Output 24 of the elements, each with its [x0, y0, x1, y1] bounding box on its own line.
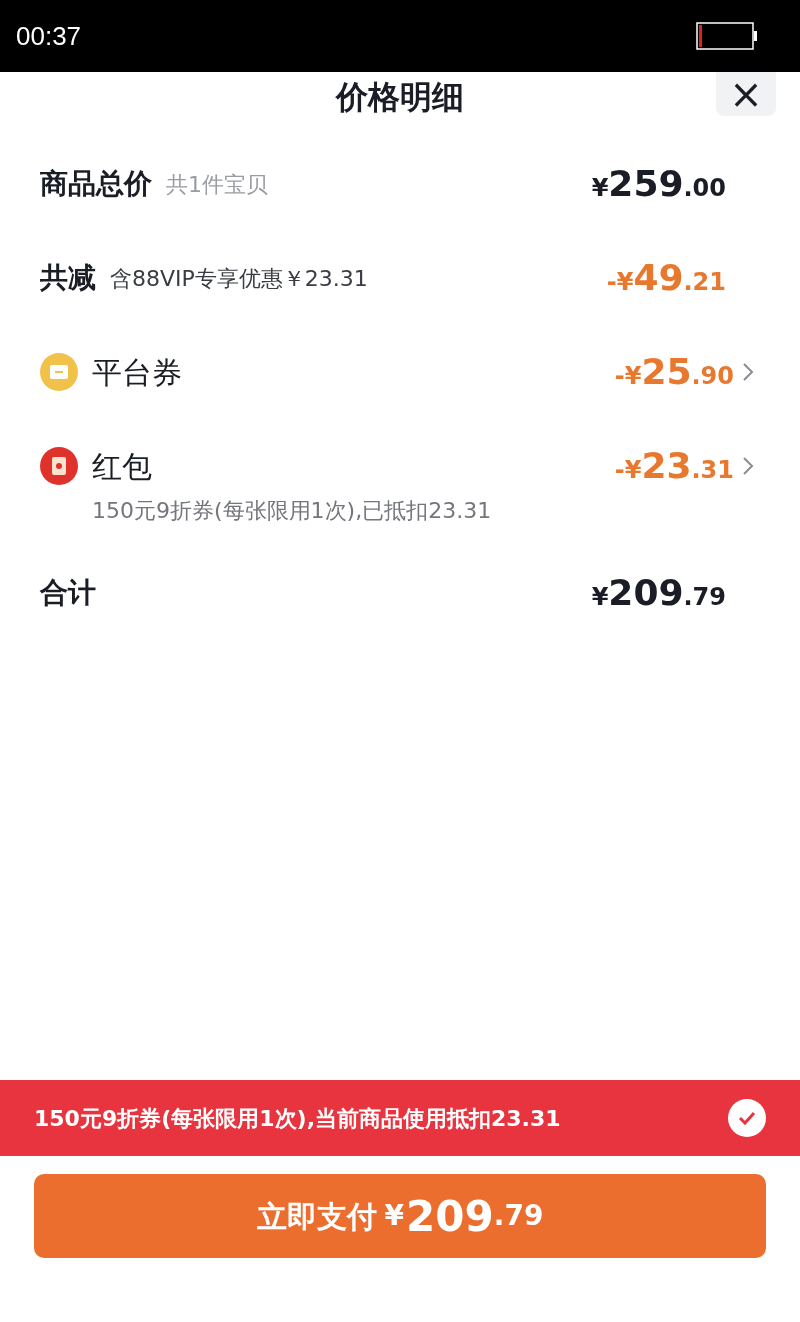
price-text: -¥23.31 — [614, 444, 734, 488]
row-note: 含88VIP专享优惠￥23.31 — [110, 264, 368, 293]
envelope-icon — [40, 447, 78, 485]
row-label: 合计 — [40, 575, 96, 611]
row-label: 红包 — [92, 447, 152, 486]
coupon-icon — [40, 353, 78, 391]
banner-text: 150元9折券(每张限用1次),当前商品使用抵扣23.31 — [34, 1104, 561, 1133]
chevron-right-icon[interactable] — [742, 456, 754, 476]
row-label: 共减 — [40, 260, 96, 296]
battery-icon — [696, 22, 758, 50]
sheet-title: 价格明细 — [336, 77, 464, 118]
price-text: -¥49.21 — [606, 256, 726, 300]
checkbox[interactable] — [728, 1099, 766, 1137]
price-text: ¥209.79 — [591, 571, 726, 615]
price-text: -¥25.90 — [614, 350, 734, 394]
check-icon — [738, 1111, 756, 1125]
row-label: 商品总价 — [40, 166, 152, 202]
price-text: ¥259.00 — [591, 162, 726, 206]
row-note: 共1件宝贝 — [166, 170, 268, 199]
chevron-right-icon[interactable] — [742, 362, 754, 382]
close-button[interactable]: × — [716, 72, 776, 116]
clock-text: 00:37 — [16, 19, 82, 53]
row-subtext: 150元9折券(每张限用1次),已抵扣23.31 — [92, 497, 493, 525]
row-label: 平台券 — [92, 353, 182, 392]
